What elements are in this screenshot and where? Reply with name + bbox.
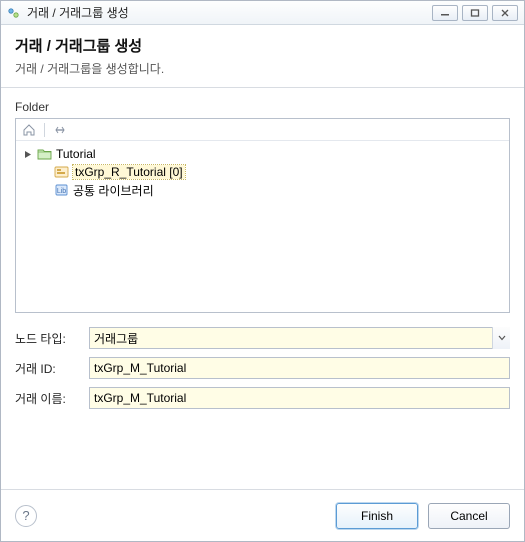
finish-button[interactable]: Finish [336, 503, 418, 529]
maximize-button[interactable] [462, 5, 488, 21]
tree-node-label: Tutorial [56, 147, 96, 161]
dialog-window: 거래 / 거래그룹 생성 거래 / 거래그룹 생성 거래 / 거래그룹을 생성합… [0, 0, 525, 542]
app-icon [7, 6, 21, 20]
tree-node-tutorial[interactable]: Tutorial [20, 145, 505, 163]
tree-node-label: 공통 라이브러리 [73, 182, 154, 199]
cancel-button[interactable]: Cancel [428, 503, 510, 529]
group-icon [54, 164, 70, 180]
toolbar-separator [44, 123, 45, 137]
page-subtitle: 거래 / 거래그룹을 생성합니다. [15, 60, 510, 77]
tree-body[interactable]: Tutorial txGrp_R_Tutorial [0] Lib 공통 라이브… [16, 141, 509, 312]
close-button[interactable] [492, 5, 518, 21]
dialog-footer: ? Finish Cancel [1, 489, 524, 541]
node-type-input[interactable] [89, 327, 510, 349]
dialog-body: Folder Tutorial [1, 88, 524, 489]
tree-node-label: txGrp_R_Tutorial [0] [73, 165, 185, 179]
folder-label: Folder [15, 100, 510, 114]
txn-id-input[interactable] [89, 357, 510, 379]
node-type-label: 노드 타입: [15, 330, 83, 347]
txn-name-label: 거래 이름: [15, 390, 83, 407]
page-title: 거래 / 거래그룹 생성 [15, 35, 510, 56]
form-grid: 노드 타입: 거래 ID: 거래 이름: [15, 327, 510, 409]
window-title: 거래 / 거래그룹 생성 [27, 4, 432, 21]
svg-text:Lib: Lib [57, 188, 66, 195]
help-button[interactable]: ? [15, 505, 37, 527]
node-type-combo[interactable] [89, 327, 510, 349]
window-controls [432, 5, 518, 21]
minimize-button[interactable] [432, 5, 458, 21]
tree-node-txgrp[interactable]: txGrp_R_Tutorial [0] [20, 163, 505, 181]
titlebar: 거래 / 거래그룹 생성 [1, 1, 524, 25]
expand-toggle-icon[interactable] [22, 150, 34, 159]
library-icon: Lib [54, 182, 70, 198]
txn-id-label: 거래 ID: [15, 360, 83, 377]
help-icon: ? [22, 508, 29, 523]
tree-toolbar [16, 119, 509, 141]
tree-node-common-lib[interactable]: Lib 공통 라이브러리 [20, 181, 505, 199]
collapse-icon[interactable] [51, 121, 69, 139]
home-icon[interactable] [20, 121, 38, 139]
txn-name-input[interactable] [89, 387, 510, 409]
folder-tree: Tutorial txGrp_R_Tutorial [0] Lib 공통 라이브… [15, 118, 510, 313]
folder-open-icon [37, 146, 53, 162]
dialog-header: 거래 / 거래그룹 생성 거래 / 거래그룹을 생성합니다. [1, 25, 524, 88]
